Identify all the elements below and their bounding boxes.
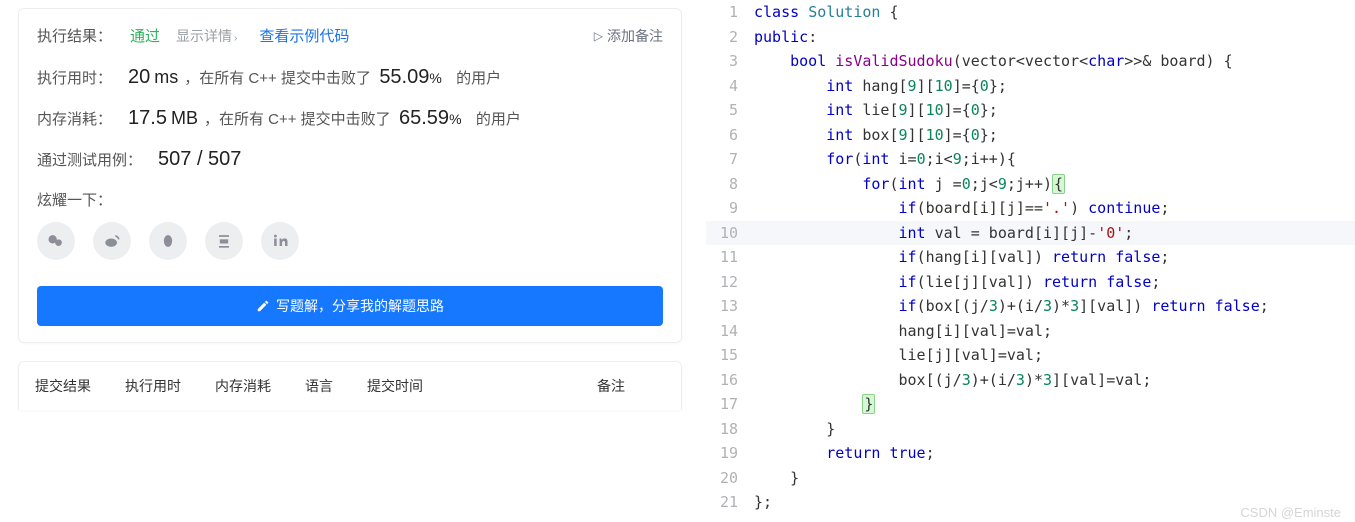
- pencil-icon: [256, 299, 270, 313]
- result-status: 通过: [130, 25, 160, 46]
- testcases-label: 通过测试用例：: [37, 149, 142, 170]
- code-line[interactable]: 8 for(int j =0;j<9;j++){: [706, 172, 1355, 197]
- code-line[interactable]: 14 hang[i][val]=val;: [706, 319, 1355, 344]
- show-detail-link[interactable]: 显示详情›: [176, 26, 237, 46]
- code-line[interactable]: 13 if(box[(j/3)+(i/3)*3][val]) return fa…: [706, 294, 1355, 319]
- result-panel-container: 执行结果： 通过 显示详情› 查看示例代码 ▷添加备注 执行用时： 20 ms …: [0, 0, 700, 522]
- runtime-percent: 55.09: [379, 66, 429, 89]
- runtime-value: 20: [128, 66, 150, 89]
- code-line[interactable]: 17 }: [706, 392, 1355, 417]
- col-memory: 内存消耗: [215, 376, 271, 396]
- view-sample-code-link[interactable]: 查看示例代码: [259, 25, 349, 46]
- code-line[interactable]: 16 box[(j/3)+(i/3)*3][val]=val;: [706, 368, 1355, 393]
- col-runtime: 执行用时: [125, 376, 181, 396]
- code-line[interactable]: 4 int hang[9][10]={0};: [706, 74, 1355, 99]
- code-line[interactable]: 18 }: [706, 417, 1355, 442]
- memory-unit: MB: [171, 108, 198, 129]
- col-result: 提交结果: [35, 376, 91, 396]
- runtime-row: 执行用时： 20 ms ，在所有 C++ 提交中击败了 55.09% 的用户: [37, 66, 663, 89]
- testcases-value: 507 / 507: [158, 148, 241, 171]
- code-line[interactable]: 12 if(lie[j][val]) return false;: [706, 270, 1355, 295]
- submissions-table-header: 提交结果 执行用时 内存消耗 语言 提交时间 备注: [18, 361, 682, 410]
- code-line[interactable]: 5 int lie[9][10]={0};: [706, 98, 1355, 123]
- col-submit-time: 提交时间: [367, 376, 423, 396]
- play-icon: ▷: [594, 29, 603, 43]
- share-icons: [37, 222, 663, 260]
- share-label: 炫耀一下：: [37, 189, 663, 210]
- memory-label: 内存消耗：: [37, 108, 112, 129]
- result-header-row: 执行结果： 通过 显示详情› 查看示例代码 ▷添加备注: [37, 25, 663, 46]
- code-editor[interactable]: 1class Solution {2public:3 bool isValidS…: [706, 0, 1355, 515]
- qq-icon[interactable]: [149, 222, 187, 260]
- code-line[interactable]: 7 for(int i=0;i<9;i++){: [706, 147, 1355, 172]
- code-line[interactable]: 6 int box[9][10]={0};: [706, 123, 1355, 148]
- weibo-icon[interactable]: [93, 222, 131, 260]
- add-note-button[interactable]: ▷添加备注: [594, 26, 663, 46]
- code-line[interactable]: 19 return true;: [706, 441, 1355, 466]
- chevron-right-icon: ›: [234, 33, 237, 44]
- code-line[interactable]: 15 lie[j][val]=val;: [706, 343, 1355, 368]
- result-panel: 执行结果： 通过 显示详情› 查看示例代码 ▷添加备注 执行用时： 20 ms …: [18, 8, 682, 343]
- memory-value: 17.5: [128, 107, 167, 130]
- code-line[interactable]: 10 int val = board[i][j]-'0';: [706, 221, 1355, 246]
- write-solution-button[interactable]: 写题解，分享我的解题思路: [37, 286, 663, 326]
- code-line[interactable]: 1class Solution {: [706, 0, 1355, 25]
- douban-icon[interactable]: [205, 222, 243, 260]
- code-line[interactable]: 11 if(hang[i][val]) return false;: [706, 245, 1355, 270]
- memory-percent: 65.59: [399, 107, 449, 130]
- code-line[interactable]: 20 }: [706, 466, 1355, 491]
- result-label: 执行结果：: [37, 25, 112, 46]
- code-line[interactable]: 3 bool isValidSudoku(vector<vector<char>…: [706, 49, 1355, 74]
- watermark: CSDN @Eminste: [1240, 505, 1341, 520]
- col-language: 语言: [305, 376, 333, 396]
- col-note: 备注: [597, 376, 625, 396]
- wechat-icon[interactable]: [37, 222, 75, 260]
- code-pane: 1class Solution {2public:3 bool isValidS…: [700, 0, 1355, 522]
- linkedin-icon[interactable]: [261, 222, 299, 260]
- memory-row: 内存消耗： 17.5 MB ，在所有 C++ 提交中击败了 65.59% 的用户: [37, 107, 663, 130]
- runtime-label: 执行用时：: [37, 67, 112, 88]
- code-line[interactable]: 2public:: [706, 25, 1355, 50]
- testcases-row: 通过测试用例： 507 / 507: [37, 148, 663, 171]
- code-line[interactable]: 9 if(board[i][j]=='.') continue;: [706, 196, 1355, 221]
- runtime-unit: ms: [154, 67, 178, 88]
